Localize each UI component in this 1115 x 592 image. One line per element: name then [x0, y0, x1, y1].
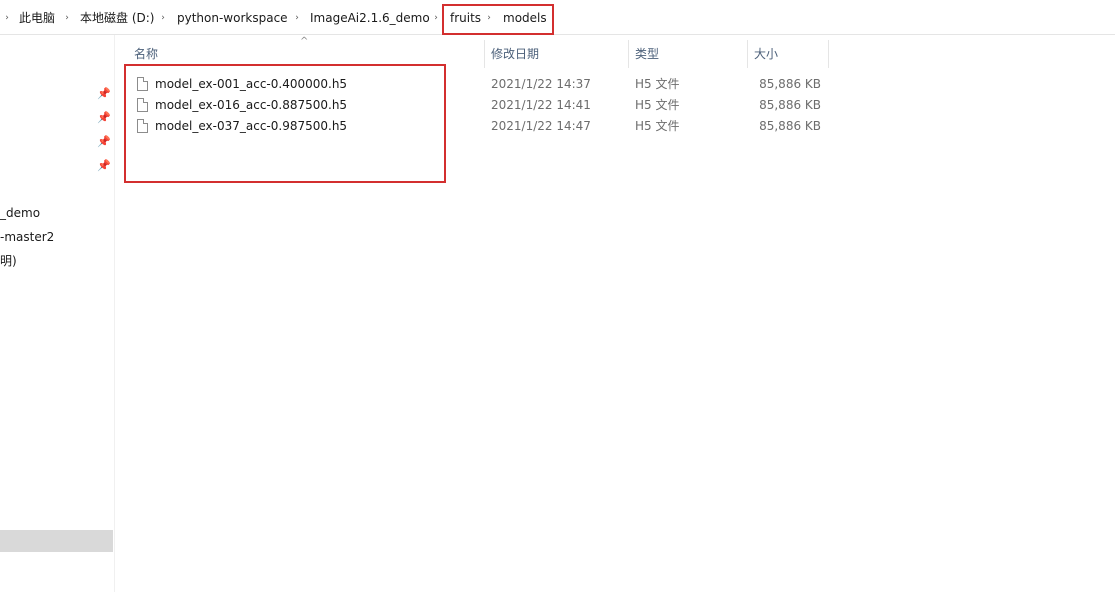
pin-icon: 📌: [97, 111, 111, 124]
nav-item-master2[interactable]: -master2: [0, 229, 54, 245]
chevron-right-icon[interactable]: ›: [292, 10, 302, 26]
column-header-size[interactable]: 大小: [748, 38, 828, 70]
pin-icon: 📌: [97, 135, 111, 148]
chevron-right-icon[interactable]: ›: [62, 10, 72, 26]
column-divider[interactable]: [828, 40, 829, 68]
pin-icon: 📌: [97, 87, 111, 100]
breadcrumb-local-disk[interactable]: 本地磁盘 (D:): [80, 10, 154, 26]
breadcrumb-imageai-demo[interactable]: ImageAi2.1.6_demo: [310, 10, 430, 26]
chevron-right-icon[interactable]: ›: [158, 10, 168, 26]
file-type: H5 文件: [635, 77, 680, 91]
file-type: H5 文件: [635, 98, 680, 112]
navigation-pane: 📌 📌 📌 📌 _demo -master2 明): [0, 35, 115, 592]
highlight-annotation-files: [124, 64, 446, 183]
breadcrumb-this-pc[interactable]: 此电脑: [19, 10, 55, 26]
address-bar: › 此电脑 › 本地磁盘 (D:) › python-workspace › I…: [0, 0, 1115, 35]
chevron-right-icon[interactable]: ›: [431, 10, 441, 26]
nav-item-partial[interactable]: 明): [0, 253, 17, 269]
breadcrumb-python-workspace[interactable]: python-workspace: [177, 10, 288, 26]
file-modified: 2021/1/22 14:41: [491, 98, 591, 112]
nav-item-demo[interactable]: _demo: [0, 205, 40, 221]
file-modified: 2021/1/22 14:37: [491, 77, 591, 91]
file-modified: 2021/1/22 14:47: [491, 119, 591, 133]
file-size: 85,886 KB: [759, 77, 821, 91]
file-size: 85,886 KB: [759, 119, 821, 133]
highlight-annotation-breadcrumb: [442, 4, 554, 35]
column-header-modified[interactable]: 修改日期: [485, 38, 628, 70]
column-header-type[interactable]: 类型: [629, 38, 747, 70]
nav-item-selected[interactable]: [0, 530, 113, 552]
file-size: 85,886 KB: [759, 98, 821, 112]
pin-icon: 📌: [97, 159, 111, 172]
file-type: H5 文件: [635, 119, 680, 133]
chevron-right-icon[interactable]: ›: [2, 10, 12, 26]
